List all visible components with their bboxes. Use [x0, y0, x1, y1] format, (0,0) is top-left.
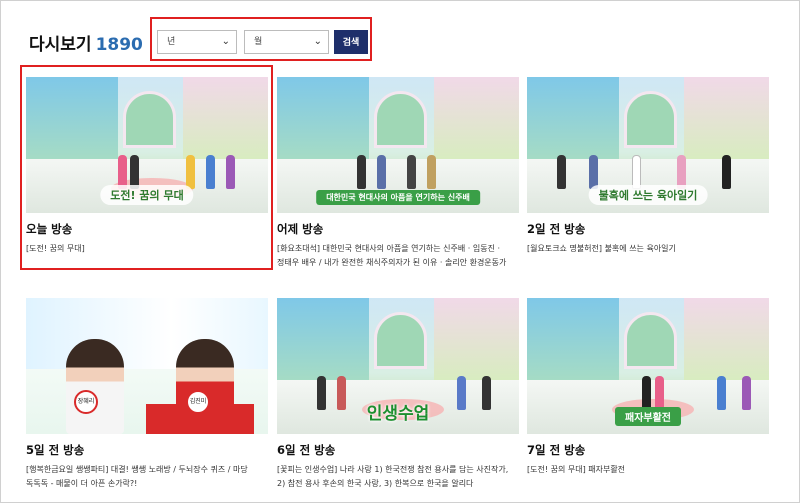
video-thumbnail[interactable]: 패자부활전: [527, 298, 769, 434]
video-card[interactable]: 패자부활전 7일 전 방송 [도전! 꿈의 무대] 패자부활전: [527, 298, 769, 477]
month-select[interactable]: 월 ⌄: [244, 30, 329, 54]
video-thumbnail[interactable]: 불혹에 쓰는 육아일기: [527, 77, 769, 213]
chevron-down-icon: ⌄: [221, 36, 230, 47]
video-card[interactable]: 대한민국 현대사의 아픔을 연기하는 신주배 어제 방송 [화요초대석] 대한민…: [277, 77, 519, 270]
video-title[interactable]: 어제 방송: [277, 221, 519, 237]
thumbnail-caption: 대한민국 현대사의 아픔을 연기하는 신주배: [316, 190, 480, 205]
thumbnail-caption: 인생수업: [366, 404, 430, 424]
video-title[interactable]: 7일 전 방송: [527, 442, 769, 458]
video-card[interactable]: 불혹에 쓰는 육아일기 2일 전 방송 [월요토크쇼 명불허전] 불혹에 쓰는 …: [527, 77, 769, 256]
video-card[interactable]: 인생수업 6일 전 방송 [꽃피는 인생수업] 나라 사랑 1) 한국전쟁 참전…: [277, 298, 519, 491]
contestant-tag: 장혜리: [74, 390, 98, 414]
thumbnail-caption: 불혹에 쓰는 육아일기: [588, 185, 708, 205]
video-thumbnail[interactable]: 장혜리 김진미: [26, 298, 268, 434]
video-title[interactable]: 5일 전 방송: [26, 442, 268, 458]
video-count: 1890: [95, 35, 143, 55]
video-description[interactable]: [꽃피는 인생수업] 나라 사랑 1) 한국전쟁 참전 용사를 담는 사진작가,…: [277, 463, 517, 491]
month-select-value: 월: [254, 37, 263, 47]
page-title-text: 다시보기: [29, 35, 92, 55]
video-thumbnail[interactable]: 인생수업: [277, 298, 519, 434]
search-button[interactable]: 검색: [334, 30, 368, 54]
video-description[interactable]: [도전! 꿈의 무대] 패자부활전: [527, 463, 767, 477]
video-description[interactable]: [월요토크쇼 명불허전] 불혹에 쓰는 육아일기: [527, 242, 767, 256]
today-highlight-box: [20, 65, 273, 270]
year-select-value: 년: [167, 37, 176, 47]
video-description[interactable]: [화요초대석] 대한민국 현대사의 아픔을 연기하는 신주배 · 임동진 · 정…: [277, 242, 517, 270]
video-thumbnail[interactable]: 대한민국 현대사의 아픔을 연기하는 신주배: [277, 77, 519, 213]
video-title[interactable]: 6일 전 방송: [277, 442, 519, 458]
thumbnail-caption: 패자부활전: [615, 407, 681, 426]
chevron-down-icon: ⌄: [313, 36, 322, 47]
year-select[interactable]: 년 ⌄: [157, 30, 237, 54]
video-card[interactable]: 장혜리 김진미 5일 전 방송 [행복한금요일 쌩쌩파티] 대결! 쌩쌩 노래방…: [26, 298, 268, 491]
page-title: 다시보기 1890: [29, 30, 143, 55]
video-description[interactable]: [행복한금요일 쌩쌩파티] 대결! 쌩쌩 노래방 / 두뇌장수 퀴즈 / 마당 …: [26, 463, 266, 491]
contestant-tag: 김진미: [186, 390, 210, 414]
video-title[interactable]: 2일 전 방송: [527, 221, 769, 237]
